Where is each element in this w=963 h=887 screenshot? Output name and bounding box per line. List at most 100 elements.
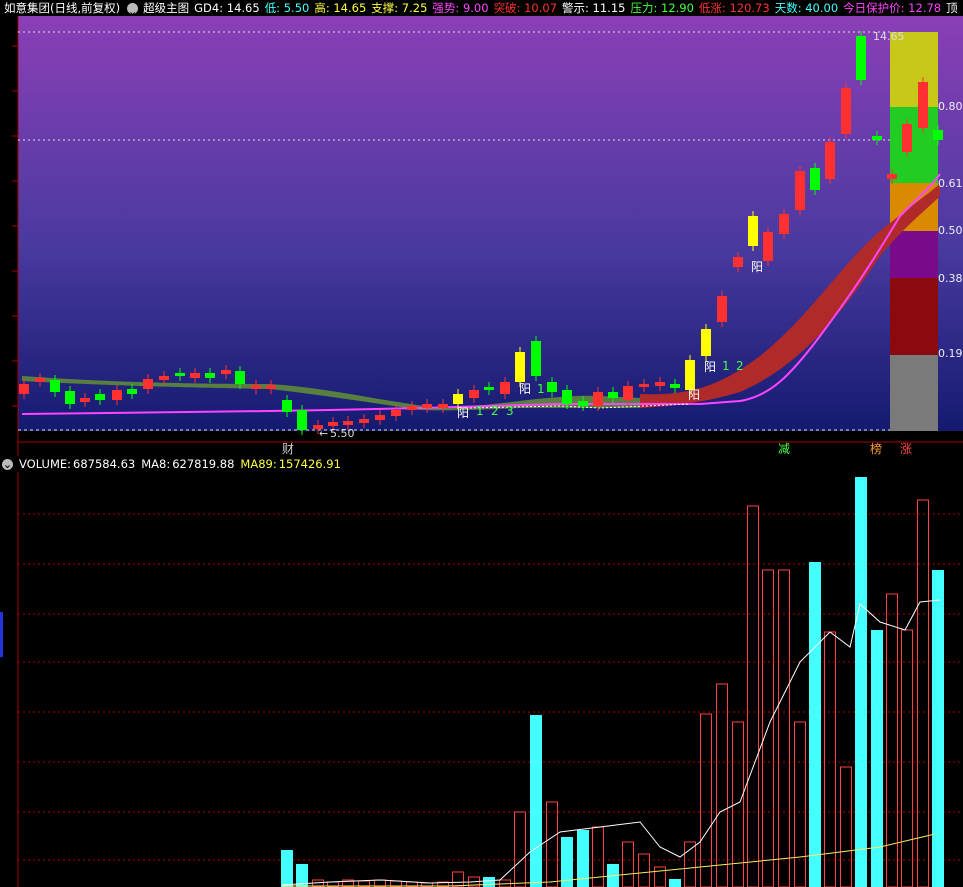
header-bar: 如意集团(日线,前复权) ⌄ 超级主图 GD4: 14.65 低: 5.50 高: …: [0, 0, 963, 16]
candle-body: [825, 142, 835, 179]
candle-body: [328, 422, 338, 426]
bottom-marker: 减: [778, 442, 790, 456]
ma8-line: [281, 599, 941, 886]
candle-body: [143, 379, 153, 389]
volume-label: VOLUME:: [19, 457, 72, 471]
indicator-item: 顶: [946, 1, 958, 15]
candle-annotation: 阳: [704, 360, 716, 374]
volume-bar-up: [684, 841, 696, 887]
candle-body: [685, 360, 695, 390]
indicator-item: 天数: 40.00: [774, 1, 839, 15]
indicator-values: GD4: 14.65 低: 5.50 高: 14.65 支撑: 7.25 强势: 9.0…: [194, 0, 962, 16]
candle-body: [438, 404, 448, 408]
volume-bar-down: [483, 877, 495, 887]
candle-body: [810, 168, 820, 190]
candle-body: [902, 124, 912, 152]
candle-body: [918, 82, 928, 128]
candle-annotation: 1: [476, 404, 484, 418]
candle-body: [608, 392, 618, 398]
chevron-down-icon[interactable]: ⌄: [2, 458, 13, 470]
candle-body: [175, 373, 185, 376]
candle-body: [391, 410, 401, 416]
indicator-item: 突破: 10.07: [493, 1, 558, 15]
volume-value: 687584.63: [73, 457, 136, 471]
candle-body: [407, 406, 417, 410]
volume-bar-down: [855, 477, 867, 887]
candle-annotation: 阳: [751, 260, 763, 274]
candle-body: [856, 36, 866, 80]
candle-annotation: 阳: [457, 406, 469, 420]
volume-bar-up: [452, 871, 464, 887]
volume-chart[interactable]: [0, 472, 963, 887]
volume-header: ⌄ VOLUME: 687584.63 MA8: 627819.88 MA89:…: [0, 456, 347, 472]
volume-bar-up: [747, 505, 759, 887]
candle-body: [841, 88, 851, 134]
ma8-label: MA8:: [141, 457, 171, 471]
candle-body: [422, 404, 432, 408]
candle-annotation: 阳: [519, 382, 531, 396]
candle-annotation: 1: [722, 359, 730, 373]
candle-body: [562, 390, 572, 404]
stock-name[interactable]: 如意集团(日线,前复权): [4, 0, 120, 16]
volume-bar-up: [622, 841, 634, 887]
candle-body: [297, 410, 307, 430]
volume-bar-up: [794, 721, 806, 887]
indicator-item: 低: 5.50: [264, 1, 310, 15]
candle-body: [65, 391, 75, 404]
volume-bar-down: [530, 715, 542, 887]
indicator-item: 今日保护价: 12.78: [843, 1, 942, 15]
volume-bar-up: [514, 811, 526, 887]
candle-body: [159, 376, 169, 380]
volume-bar-down: [809, 562, 821, 887]
volume-bar-up: [654, 866, 666, 887]
ma89-label: MA89:: [240, 457, 277, 471]
candle-body: [453, 394, 463, 404]
right-scale-label: 0.61: [938, 177, 963, 190]
volume-bar-up: [840, 766, 852, 887]
volume-bar-up: [917, 499, 929, 887]
indicator-name[interactable]: 超级主图: [143, 0, 189, 16]
candle-body: [95, 394, 105, 400]
candle-body: [717, 296, 727, 322]
volume-bar-down: [669, 879, 681, 887]
candle-body: [112, 390, 122, 400]
candle-annotation: 3: [506, 404, 514, 418]
right-scale-label: 0.19: [938, 347, 963, 360]
high-price-label: 14.65: [873, 30, 905, 43]
candle-body: [733, 257, 743, 267]
candle-body: [205, 373, 215, 378]
candle-body: [578, 401, 588, 406]
bottom-marker: 涨: [900, 441, 912, 456]
volume-bar-down: [871, 630, 883, 887]
candle-body: [795, 171, 805, 210]
ma8-value: 627819.88: [172, 457, 235, 471]
candle-annotation: 2: [491, 404, 499, 418]
indicator-item: 压力: 12.90: [630, 1, 694, 15]
volume-bar-up: [546, 801, 558, 887]
price-chart[interactable]: 阳 1 2 3阳 1阳 1 2阳阳 14.65 5.50 ← 0.800.610.500.3…: [0, 16, 963, 456]
candle-body: [190, 373, 200, 378]
candle-body: [251, 385, 261, 389]
low-arrow: ←: [319, 427, 328, 440]
candle-body: [484, 387, 494, 390]
candle-body: [375, 415, 385, 420]
candle-body: [500, 382, 510, 394]
indicator-item: 高: 14.65: [314, 1, 367, 15]
candle-body: [701, 329, 711, 356]
candle-body: [515, 352, 525, 382]
candle-body: [50, 380, 60, 392]
candle-body: [887, 174, 897, 179]
candle-body: [359, 419, 369, 423]
chevron-down-icon[interactable]: ⌄: [127, 2, 139, 16]
candle-body: [469, 390, 479, 398]
volume-bar-up: [716, 683, 728, 887]
candle-body: [35, 378, 45, 382]
scroll-indicator: [0, 612, 3, 657]
indicator-item: 警示: 11.15: [562, 1, 626, 15]
volume-bar-up: [700, 713, 712, 887]
candle-body: [779, 214, 789, 234]
candle-annotation: 2: [736, 359, 744, 373]
right-scale-label: 0.38: [938, 272, 963, 285]
candle-body: [531, 341, 541, 376]
bottom-markers: 财减榜涨: [282, 441, 912, 456]
